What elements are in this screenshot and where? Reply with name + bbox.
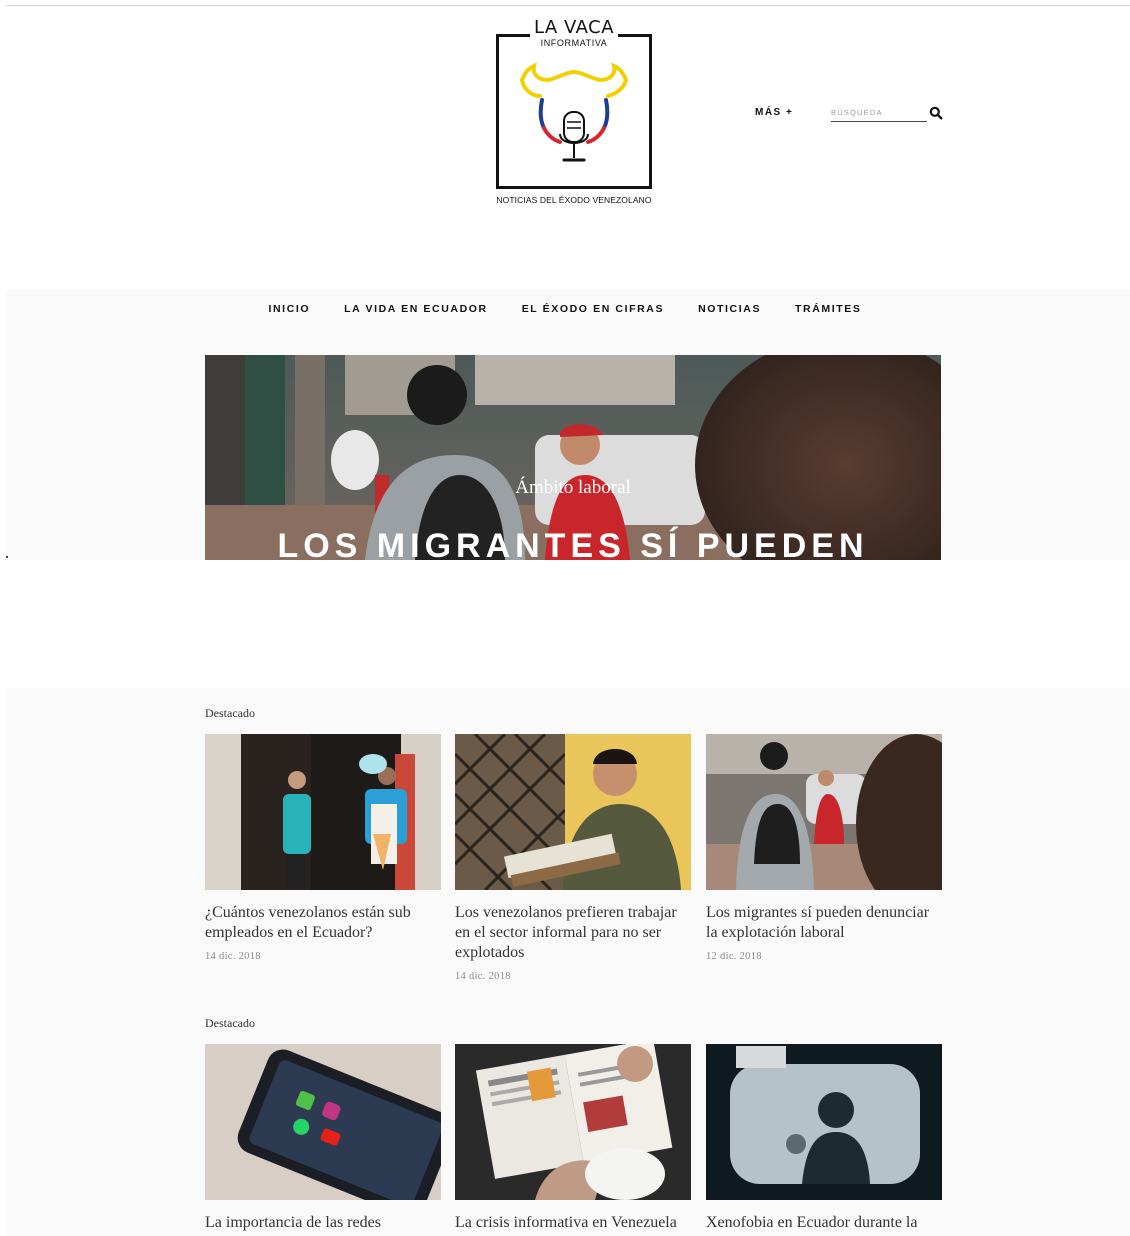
- nav-item-el-exodo-en-cifras[interactable]: EL ÉXODO EN CIFRAS: [522, 303, 664, 315]
- section-label: Destacado: [205, 706, 255, 720]
- article-title[interactable]: La crisis informativa en Venezuela: [455, 1213, 691, 1233]
- article-title[interactable]: Xenofobia en Ecuador durante la: [706, 1213, 942, 1233]
- article-card[interactable]: Los venezolanos prefieren trabajar en el…: [455, 734, 691, 982]
- logo-title: LA VACA: [533, 17, 615, 38]
- stray-dot: [6, 556, 8, 558]
- article-card[interactable]: La crisis informativa en Venezuela: [455, 1044, 691, 1233]
- article-thumbnail[interactable]: [706, 1044, 942, 1200]
- site-logo[interactable]: LA VACA INFORMATIVA NOTICIAS DEL ÉXODO V…: [490, 18, 658, 210]
- logo-subtitle: INFORMATIVA: [540, 38, 608, 48]
- hero-category[interactable]: Ámbito laboral: [205, 477, 941, 499]
- article-thumbnail[interactable]: [706, 734, 942, 890]
- main-nav: INICIO LA VIDA EN ECUADOR EL ÉXODO EN CI…: [0, 303, 1130, 315]
- article-title[interactable]: ¿Cuántos venezolanos están sub empleados…: [205, 903, 441, 943]
- logo-title-box: LA VACA INFORMATIVA: [530, 18, 618, 52]
- more-menu-button[interactable]: MÁS +: [755, 107, 793, 118]
- article-title[interactable]: Los venezolanos prefieren trabajar en el…: [455, 903, 691, 963]
- article-date: 14 dic. 2018: [205, 951, 261, 962]
- article-thumbnail[interactable]: [455, 1044, 691, 1200]
- article-card[interactable]: Los migrantes sí pueden denunciar la exp…: [706, 734, 942, 962]
- search-icon[interactable]: [929, 106, 943, 120]
- section-label: Destacado: [205, 1016, 255, 1030]
- nav-item-inicio[interactable]: INICIO: [268, 303, 310, 315]
- search-input[interactable]: [831, 104, 927, 122]
- nav-item-la-vida-en-ecuador[interactable]: LA VIDA EN ECUADOR: [344, 303, 488, 315]
- article-thumbnail[interactable]: [455, 734, 691, 890]
- logo-tagline: NOTICIAS DEL ÉXODO VENEZOLANO: [496, 195, 652, 205]
- article-date: 12 dic. 2018: [706, 951, 762, 962]
- article-title[interactable]: Los migrantes sí pueden denunciar la exp…: [706, 903, 942, 943]
- top-divider: [6, 5, 1130, 6]
- article-card[interactable]: ¿Cuántos venezolanos están sub empleados…: [205, 734, 441, 962]
- article-title[interactable]: La importancia de las redes: [205, 1213, 441, 1233]
- article-thumbnail[interactable]: [205, 1044, 441, 1200]
- hero-title[interactable]: LOS MIGRANTES SÍ PUEDEN: [205, 527, 941, 560]
- article-thumbnail[interactable]: [205, 734, 441, 890]
- nav-item-noticias[interactable]: NOTICIAS: [698, 303, 761, 315]
- article-card[interactable]: La importancia de las redes: [205, 1044, 441, 1233]
- article-card[interactable]: Xenofobia en Ecuador durante la: [706, 1044, 942, 1233]
- cow-microphone-icon: [520, 62, 629, 162]
- nav-item-tramites[interactable]: TRÁMITES: [795, 303, 861, 315]
- article-date: 14 dic. 2018: [455, 971, 511, 982]
- hero-slide[interactable]: Ámbito laboral LOS MIGRANTES SÍ PUEDEN: [205, 355, 941, 560]
